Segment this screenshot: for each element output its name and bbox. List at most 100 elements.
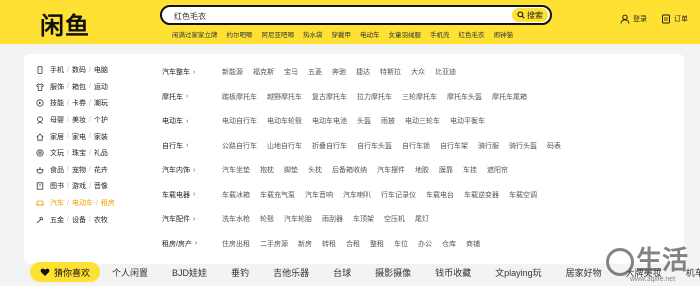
subcategory-link[interactable]: 地胶	[415, 165, 429, 175]
subcategory-link[interactable]: 后备箱收纳	[332, 165, 367, 175]
subcategory-link[interactable]: 膜靠	[439, 165, 453, 175]
subcategory-title[interactable]: 汽车配件 ›	[152, 214, 210, 224]
orders-link[interactable]: 订单	[661, 14, 688, 24]
hot-term[interactable]: 红色毛衣	[459, 29, 485, 39]
tab-bjd[interactable]: BJD娃娃	[160, 266, 219, 279]
subcategory-link[interactable]: 车载充气泵	[260, 190, 295, 200]
subcategory-link[interactable]: 车位	[394, 239, 408, 249]
subcategory-link[interactable]: 洗车水枪	[222, 214, 250, 224]
subcategory-link[interactable]: 车载电台	[426, 190, 454, 200]
subcategory-link[interactable]: 摩托车尾箱	[492, 92, 527, 102]
tab-guitar[interactable]: 吉他乐器	[261, 266, 321, 279]
subcategory-title[interactable]: 汽车内饰 ›	[152, 165, 210, 175]
subcategory-link[interactable]: 整租	[370, 239, 384, 249]
subcategory-link[interactable]: 抱枕	[260, 165, 274, 175]
subcategory-link[interactable]: 码表	[547, 141, 561, 151]
category-item-phone[interactable]: 手机 / 数码 / 电脑	[30, 62, 150, 79]
subcategory-link[interactable]: 汽车摆件	[377, 165, 405, 175]
subcategory-link[interactable]: 电动平衡车	[450, 116, 485, 126]
subcategory-link[interactable]: 汽车坐垫	[222, 165, 250, 175]
category-item-tools[interactable]: 五金 / 设备 / 农牧	[30, 211, 150, 228]
subcategory-link[interactable]: 电动车轮毂	[267, 116, 302, 126]
subcategory-link[interactable]: 复古摩托车	[312, 92, 347, 102]
subcategory-link[interactable]: 脚垫	[284, 165, 298, 175]
subcategory-link[interactable]: 电动车电池	[312, 116, 347, 126]
category-item-clothes[interactable]: 服饰 / 箱包 / 运动	[30, 79, 150, 96]
subcategory-link[interactable]: 头盔	[357, 116, 371, 126]
subcategory-link[interactable]: 五菱	[308, 67, 322, 77]
subcategory-link[interactable]: 三轮摩托车	[402, 92, 437, 102]
subcategory-link[interactable]: 比亚迪	[435, 67, 456, 77]
hot-term[interactable]: 约尔吧唧	[227, 29, 253, 39]
subcategory-link[interactable]: 越野摩托车	[267, 92, 302, 102]
subcategory-link[interactable]: 遮阳帘	[487, 165, 508, 175]
subcategory-link[interactable]: 车挂	[463, 165, 477, 175]
subcategory-link[interactable]: 商铺	[466, 239, 480, 249]
hot-term[interactable]: 穿戴甲	[332, 29, 352, 39]
category-item-home[interactable]: 家居 / 家电 / 家装	[30, 128, 150, 145]
subcategory-link[interactable]: 新能源	[222, 67, 243, 77]
search-input[interactable]	[174, 8, 504, 24]
subcategory-title[interactable]: 租房/房产 ›	[152, 239, 210, 249]
hot-term[interactable]: 闹钟猫	[494, 29, 514, 39]
subcategory-link[interactable]: 踏板摩托车	[222, 92, 257, 102]
subcategory-link[interactable]: 骑行头盔	[509, 141, 537, 151]
subcategory-link[interactable]: 汽车喇叭	[343, 190, 371, 200]
subcategory-link[interactable]: 电动三轮车	[405, 116, 440, 126]
subcategory-link[interactable]: 车顶架	[353, 214, 374, 224]
subcategory-link[interactable]: 车载空调	[509, 190, 537, 200]
hot-term[interactable]: 女童羽绒服	[389, 29, 422, 39]
subcategory-link[interactable]: 轮毂	[260, 214, 274, 224]
category-item-skill[interactable]: 技能 / 卡券 / 潮玩	[30, 95, 150, 112]
subcategory-link[interactable]: 福克斯	[253, 67, 274, 77]
subcategory-title[interactable]: 车载电器 ›	[152, 190, 210, 200]
subcategory-link[interactable]: 头枕	[308, 165, 322, 175]
subcategory-link[interactable]: 特斯拉	[380, 67, 401, 77]
subcategory-link[interactable]: 行车记录仪	[381, 190, 416, 200]
tab-coins[interactable]: 钱币收藏	[423, 266, 483, 279]
subcategory-title[interactable]: 电动车 ›	[152, 116, 210, 126]
subcategory-link[interactable]: 办公	[418, 239, 432, 249]
subcategory-link[interactable]: 摩托车头盔	[447, 92, 482, 102]
subcategory-link[interactable]: 骑行服	[478, 141, 499, 151]
tab-billiards[interactable]: 台球	[321, 266, 363, 279]
hot-term[interactable]: 电动车	[360, 29, 380, 39]
subcategory-link[interactable]: 车载逆变器	[464, 190, 499, 200]
subcategory-link[interactable]: 自行车锁	[402, 141, 430, 151]
hot-term[interactable]: 手机壳	[430, 29, 450, 39]
subcategory-link[interactable]: 雨披	[381, 116, 395, 126]
subcategory-link[interactable]: 尾灯	[415, 214, 429, 224]
tab-home-goods[interactable]: 居家好物	[554, 266, 614, 279]
subcategory-link[interactable]: 车载冰箱	[222, 190, 250, 200]
subcategory-title[interactable]: 自行车 ›	[152, 141, 210, 151]
category-item-book[interactable]: 图书 / 游戏 / 音像	[30, 178, 150, 195]
subcategory-link[interactable]: 合租	[346, 239, 360, 249]
hot-term[interactable]: 闲满过家家立牌	[172, 29, 218, 39]
tab-fishing[interactable]: 垂钓	[219, 266, 261, 279]
tab-antiques[interactable]: 文playing玩	[483, 266, 554, 279]
subcategory-link[interactable]: 汽车音响	[305, 190, 333, 200]
subcategory-link[interactable]: 转租	[322, 239, 336, 249]
login-link[interactable]: 登录	[620, 14, 647, 24]
subcategory-link[interactable]: 拉力摩托车	[357, 92, 392, 102]
subcategory-link[interactable]: 新房	[298, 239, 312, 249]
subcategory-link[interactable]: 折叠自行车	[312, 141, 347, 151]
category-item-food[interactable]: 食品 / 宠物 / 花卉	[30, 162, 150, 179]
subcategory-title[interactable]: 汽车整车 ›	[152, 67, 210, 77]
subcategory-link[interactable]: 大众	[411, 67, 425, 77]
subcategory-link[interactable]: 电动自行车	[222, 116, 257, 126]
subcategory-link[interactable]: 汽车轮胎	[284, 214, 312, 224]
subcategory-link[interactable]: 自行车头盔	[357, 141, 392, 151]
category-item-culture[interactable]: 文玩 / 珠宝 / 礼品	[30, 145, 150, 162]
tab-guess-you-like[interactable]: 猜你喜欢	[30, 262, 101, 282]
search-button[interactable]: 搜索	[512, 8, 548, 22]
subcategory-link[interactable]: 公路自行车	[222, 141, 257, 151]
subcategory-link[interactable]: 宝马	[284, 67, 298, 77]
subcategory-link[interactable]: 住房出租	[222, 239, 250, 249]
subcategory-link[interactable]: 奔驰	[332, 67, 346, 77]
subcategory-link[interactable]: 山地自行车	[267, 141, 302, 151]
subcategory-link[interactable]: 二手房源	[260, 239, 288, 249]
hot-term[interactable]: 热水袋	[303, 29, 323, 39]
category-item-car[interactable]: 汽车 / 电动车 / 租房	[30, 195, 150, 212]
subcategory-link[interactable]: 自行车架	[440, 141, 468, 151]
